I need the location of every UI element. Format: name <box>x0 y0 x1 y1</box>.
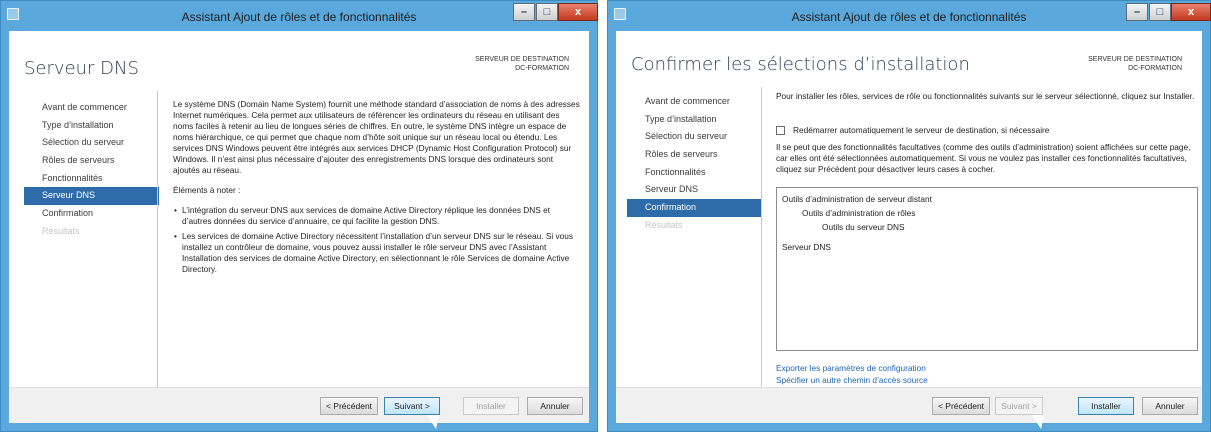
restart-checkbox[interactable] <box>776 126 785 135</box>
minimize-icon[interactable]: – <box>1126 3 1148 21</box>
notes-title: Éléments à noter : <box>173 185 241 195</box>
nav-item-confirmation[interactable]: Confirmation <box>24 205 159 223</box>
nav-item-before-start[interactable]: Avant de commencer <box>24 99 159 117</box>
maximize-icon[interactable]: □ <box>536 3 558 21</box>
next-button[interactable]: Suivant > <box>384 397 440 415</box>
list-item: Outils d’administration de serveur dista… <box>782 194 932 204</box>
previous-button[interactable]: < Précédent <box>932 397 990 415</box>
window-title: Assistant Ajout de rôles et de fonctionn… <box>181 10 417 24</box>
nav-item-results: Résultats <box>42 225 80 236</box>
list-item: Outils du serveur DNS <box>822 222 905 232</box>
optional-features-note: Il se peut que des fonctionnalités facul… <box>776 142 1191 174</box>
title-bar[interactable]: Assistant Ajout de rôles et de fonctionn… <box>608 1 1211 31</box>
nav-item-dns-server[interactable]: Serveur DNS <box>24 187 159 206</box>
nav-item-install-type[interactable]: Type d’installation <box>24 117 159 135</box>
page-title: Serveur DNS <box>24 58 139 79</box>
nav-item-install-type[interactable]: Type d’installation <box>627 111 762 129</box>
nav-item-server-selection[interactable]: Sélection du serveur <box>24 134 159 152</box>
destination-server: SERVEUR DE DESTINATION DC-FORMATION <box>1088 56 1182 72</box>
wizard-content: Serveur DNS SERVEUR DE DESTINATION DC-FO… <box>9 31 589 429</box>
next-button: Suivant > <box>995 397 1043 415</box>
title-bar[interactable]: Assistant Ajout de rôles et de fonctionn… <box>1 1 598 31</box>
mouse-cursor-icon <box>427 415 439 429</box>
dns-description: Le système DNS (Domain Name System) four… <box>173 99 581 279</box>
previous-button[interactable]: < Précédent <box>320 397 378 415</box>
maximize-icon[interactable]: □ <box>1149 3 1171 21</box>
cancel-button[interactable]: Annuler <box>527 397 583 415</box>
wizard-window-confirm: Assistant Ajout de rôles et de fonctionn… <box>607 0 1211 432</box>
wizard-content: Confirmer les sélections d’installation … <box>616 31 1202 429</box>
list-item: • Les services de domaine Active Director… <box>174 231 574 274</box>
destination-server: SERVEUR DE DESTINATION DC-FORMATION <box>475 56 569 72</box>
nav-item-dns-server[interactable]: Serveur DNS <box>627 181 762 199</box>
window-title: Assistant Ajout de rôles et de fonctionn… <box>791 10 1027 24</box>
list-item: Serveur DNS <box>782 242 831 252</box>
wizard-footer: < Précédent Suivant > Installer Annuler <box>616 387 1202 423</box>
nav-separator <box>761 87 762 387</box>
close-icon[interactable]: x <box>1171 3 1211 21</box>
nav-separator <box>157 91 158 387</box>
nav-item-before-start[interactable]: Avant de commencer <box>627 93 762 111</box>
wizard-window-dns: Assistant Ajout de rôles et de fonctionn… <box>0 0 598 432</box>
nav-item-server-roles[interactable]: Rôles de serveurs <box>24 152 159 170</box>
nav-item-server-roles[interactable]: Rôles de serveurs <box>627 146 762 164</box>
alternate-source-link[interactable]: Spécifier un autre chemin d’accès source <box>776 375 928 385</box>
confirm-intro: Pour installer les rôles, services de rô… <box>776 91 1195 101</box>
wizard-nav: Avant de commencer Type d’installation S… <box>627 93 762 235</box>
wizard-footer: < Précédent Suivant > Installer Annuler <box>9 387 589 423</box>
intro-text: Le système DNS (Domain Name System) four… <box>173 99 580 175</box>
nav-item-server-selection[interactable]: Sélection du serveur <box>627 128 762 146</box>
selections-list[interactable]: Outils d’administration de serveur dista… <box>776 187 1198 351</box>
list-item: Outils d’administration de rôles <box>802 208 916 218</box>
restart-label[interactable]: Redémarrer automatiquement le serveur de… <box>793 125 1193 136</box>
nav-item-features[interactable]: Fonctionnalités <box>627 164 762 182</box>
nav-item-confirmation[interactable]: Confirmation <box>627 199 762 217</box>
page-title: Confirmer les sélections d’installation <box>631 54 970 75</box>
minimize-icon[interactable]: – <box>513 3 535 21</box>
install-button: Installer <box>463 397 519 415</box>
list-item: • L’intégration du serveur DNS aux servic… <box>174 205 551 226</box>
export-config-link[interactable]: Exporter les paramètres de configuration <box>776 363 926 373</box>
nav-item-results: Résultats <box>645 219 683 230</box>
mouse-cursor-icon <box>1032 415 1044 429</box>
nav-item-features[interactable]: Fonctionnalités <box>24 170 159 188</box>
close-icon[interactable]: x <box>558 3 598 21</box>
cancel-button[interactable]: Annuler <box>1142 397 1198 415</box>
wizard-nav: Avant de commencer Type d’installation S… <box>24 99 159 241</box>
install-button[interactable]: Installer <box>1078 397 1134 415</box>
